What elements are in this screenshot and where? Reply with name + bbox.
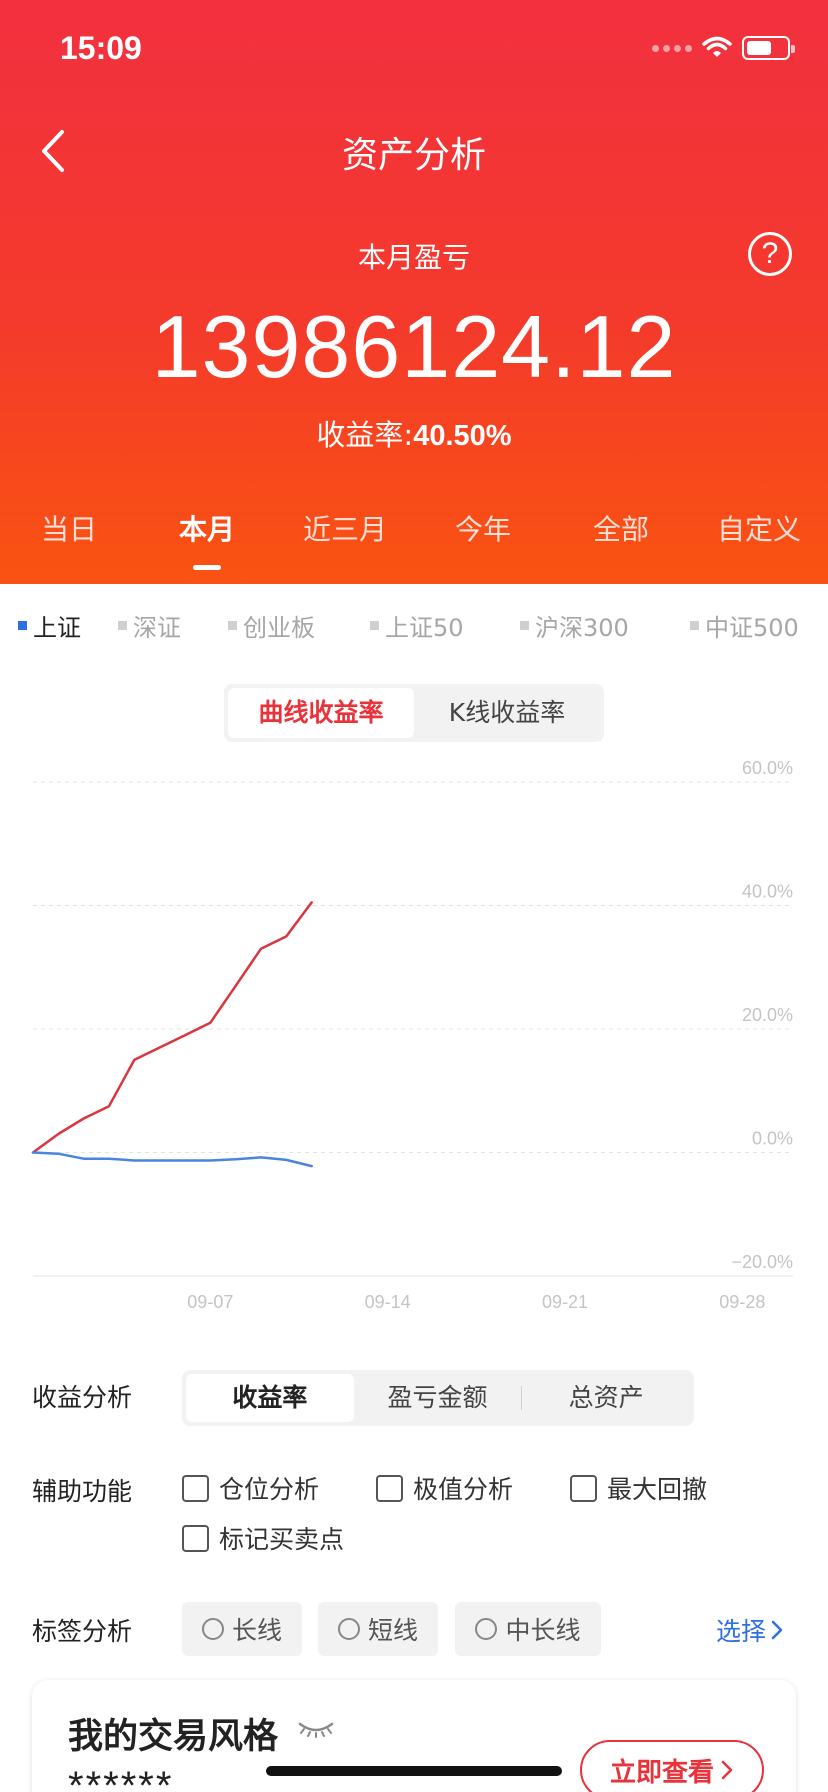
analysis-label: 收益分析: [32, 1383, 133, 1412]
eye-closed-icon[interactable]: [296, 1716, 336, 1740]
index-tab-sse50[interactable]: 上证50: [370, 608, 464, 643]
y-tick-label: 0.0%: [752, 1129, 793, 1149]
checkbox-label: 标记买卖点: [219, 1525, 345, 1554]
chevron-right-icon: [771, 1620, 783, 1640]
yield-rate: 收益率:40.50%: [0, 412, 828, 454]
legend-swatch: [520, 621, 529, 630]
tab-all[interactable]: 全部: [552, 508, 690, 548]
legend-swatch: [118, 621, 127, 630]
chip-label: 短线: [367, 1616, 418, 1645]
tab-this-year[interactable]: 今年: [414, 508, 552, 548]
x-tick-label: 09-28: [719, 1292, 765, 1312]
x-tick-label: 09-14: [365, 1292, 411, 1312]
index-tab-label: 上证50: [385, 614, 464, 642]
tab-custom[interactable]: 自定义: [690, 508, 828, 548]
masked-style-value: ******: [68, 1764, 174, 1792]
signal-icon: [652, 44, 692, 52]
tag-long-term-chip[interactable]: 长线: [182, 1602, 302, 1656]
header-banner: 15:09 资产分析 本月盈亏 ? 13986124.12 收益率:40.50%…: [0, 0, 828, 584]
chip-label: 长线: [231, 1616, 282, 1645]
radio-circle-icon: [201, 1618, 224, 1640]
tag-short-term-chip[interactable]: 短线: [318, 1602, 438, 1656]
profit-amount: 13986124.12: [151, 297, 677, 396]
index-tab-label: 中证500: [705, 614, 799, 642]
analysis-pnl-button[interactable]: 盈亏金额: [354, 1374, 522, 1422]
tab-this-month[interactable]: 本月: [138, 508, 276, 570]
checkbox-box: [182, 1474, 209, 1502]
curve-type-toggle: 曲线收益率 K线收益率: [224, 684, 604, 742]
trading-style-title: 我的交易风格: [68, 1717, 279, 1757]
chevron-right-icon: [721, 1760, 733, 1780]
yield-line-chart: 60.0% 40.0% 20.0% 0.0% −20.0% 09-07 09-14 09-21…: [31, 758, 793, 1312]
battery-icon: [742, 36, 795, 60]
checkbox-box: [376, 1474, 403, 1502]
index-tab-sse[interactable]: 上证: [18, 608, 81, 643]
portfolio-yield-line: [31, 901, 313, 1154]
radio-circle-icon: [337, 1618, 360, 1640]
legend-swatch: [18, 621, 27, 630]
home-indicator: [266, 1766, 562, 1776]
status-time: 15:09: [60, 30, 142, 66]
index-tab-label: 创业板: [243, 614, 315, 642]
legend-swatch: [690, 621, 699, 630]
x-tick-label: 09-21: [542, 1292, 588, 1312]
checkbox-label: 极值分析: [413, 1475, 514, 1504]
view-now-label: 立即查看: [609, 1757, 714, 1788]
status-icons: [652, 36, 795, 60]
chip-label: 中长线: [505, 1616, 581, 1645]
checkbox-label: 仓位分析: [219, 1475, 320, 1504]
index-tab-csi500[interactable]: 中证500: [690, 608, 799, 643]
aux-label: 辅助功能: [32, 1477, 133, 1506]
index-tab-label: 深证: [133, 614, 181, 642]
index-tabs: 上证 深证 创业板 上证50 沪深300 中证500: [0, 608, 828, 642]
curve-yield-button[interactable]: 曲线收益率: [228, 688, 414, 738]
page-title: 资产分析: [341, 135, 486, 176]
y-tick-label: 20.0%: [742, 1005, 793, 1025]
max-drawdown-checkbox[interactable]: 最大回撤: [570, 1470, 707, 1506]
view-now-button[interactable]: 立即查看: [580, 1740, 764, 1792]
tab-today[interactable]: 当日: [0, 508, 138, 548]
legend-swatch: [370, 621, 379, 630]
index-tab-label: 上证: [33, 614, 81, 642]
x-tick-label: 09-07: [187, 1292, 233, 1312]
analysis-segment: 收益率 盈亏金额 总资产: [182, 1370, 694, 1426]
tab-three-months[interactable]: 近三月: [276, 508, 414, 548]
analysis-yield-button[interactable]: 收益率: [186, 1374, 354, 1422]
checkbox-label: 最大回撤: [607, 1475, 708, 1504]
index-yield-line: [31, 1151, 313, 1168]
index-tab-label: 沪深300: [535, 614, 629, 642]
index-tab-chinext[interactable]: 创业板: [228, 608, 315, 643]
extreme-analysis-checkbox[interactable]: 极值分析: [376, 1470, 513, 1506]
help-icon[interactable]: ?: [748, 232, 792, 276]
tag-mid-long-term-chip[interactable]: 中长线: [455, 1602, 601, 1656]
select-link-label: 选择: [716, 1617, 767, 1646]
checkbox-box: [182, 1524, 209, 1552]
yield-rate-value: 40.50%: [413, 420, 512, 452]
y-tick-label: 60.0%: [742, 758, 793, 778]
tags-label: 标签分析: [32, 1617, 133, 1646]
kline-yield-button[interactable]: K线收益率: [414, 688, 600, 738]
select-tags-link[interactable]: 选择: [716, 1612, 784, 1648]
period-tabs: 当日 本月 近三月 今年 全部 自定义: [0, 508, 828, 570]
radio-circle-icon: [475, 1618, 498, 1640]
checkbox-box: [570, 1474, 597, 1502]
yield-rate-label: 收益率:: [316, 418, 414, 452]
position-analysis-checkbox[interactable]: 仓位分析: [182, 1470, 319, 1506]
mark-trade-points-checkbox[interactable]: 标记买卖点: [182, 1520, 344, 1556]
y-tick-label: −20.0%: [731, 1252, 793, 1272]
analysis-total-assets-button[interactable]: 总资产: [522, 1374, 690, 1422]
legend-swatch: [228, 621, 237, 630]
wifi-icon: [702, 36, 732, 57]
period-summary-label: 本月盈亏: [357, 241, 470, 274]
index-tab-csi300[interactable]: 沪深300: [520, 608, 629, 643]
y-tick-label: 40.0%: [742, 882, 793, 902]
index-tab-szse[interactable]: 深证: [118, 608, 181, 643]
